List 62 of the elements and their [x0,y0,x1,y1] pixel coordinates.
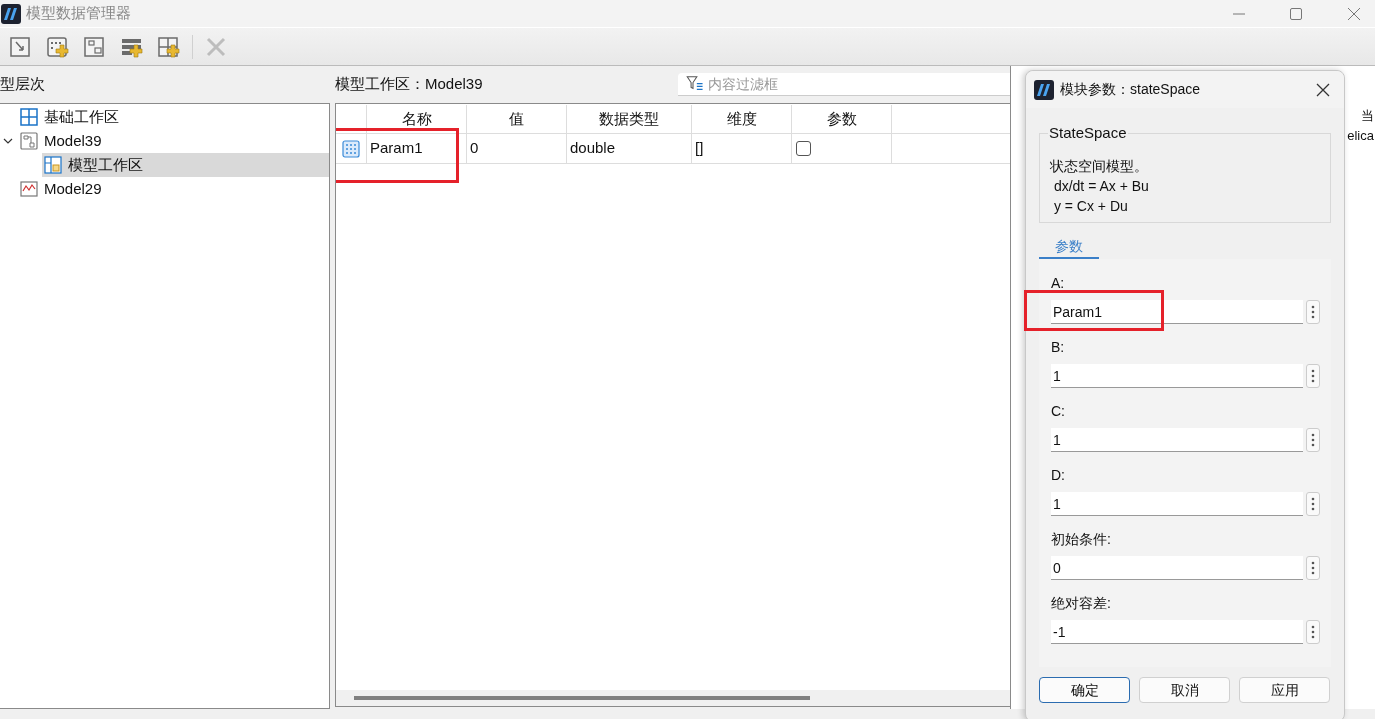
column-header[interactable]: 参数 [792,105,892,133]
vertical-dots-icon [1311,561,1315,575]
chevron-down-icon[interactable] [3,136,13,146]
table-cell: [] [692,134,792,163]
filter-icon [678,73,708,96]
more-button[interactable] [1306,428,1320,452]
dialog-button[interactable]: 确定 [1039,677,1130,703]
input-field[interactable]: 1 [1051,428,1303,452]
description-text: y = Cx + Du [1052,197,1129,216]
scrollbar[interactable] [336,690,1010,706]
diagram-icon [20,132,38,150]
more-button[interactable] [1306,300,1320,324]
grid-icon [20,108,38,126]
input-field[interactable]: Param1 [1051,300,1303,324]
field-label: B: [1051,338,1065,357]
table-cell: 0 [467,134,567,163]
workspace-icon [44,156,62,174]
app-logo-icon [1034,79,1054,100]
input-field[interactable]: 0 [1051,556,1303,580]
more-button[interactable] [1306,492,1320,516]
field-label: D: [1051,466,1065,485]
column-header[interactable]: 名称 [367,105,467,133]
tree-item[interactable]: Model39 [0,129,329,153]
more-button[interactable] [1306,364,1320,388]
table-cell: double [567,134,692,163]
chart-icon [20,180,38,198]
table-cell: Param1 [367,134,467,163]
dialog-button[interactable]: 应用 [1239,677,1330,703]
tree-item[interactable]: 模型工作区 [42,153,329,177]
panel-text: elica [1347,127,1374,145]
input-field[interactable]: 1 [1051,492,1303,516]
description-text: dx/dt = Ax + Bu [1052,177,1150,196]
vertical-dots-icon [1311,497,1315,511]
description-text: 状态空间模型。 [1050,157,1149,176]
field-label: C: [1051,402,1065,421]
vertical-dots-icon [1311,433,1315,447]
checkbox[interactable] [796,141,811,156]
dialog-button[interactable]: 取消 [1139,677,1230,703]
column-header[interactable]: 值 [467,105,567,133]
more-button[interactable] [1306,620,1320,644]
column-header[interactable]: 数据类型 [567,105,692,133]
tree-item[interactable]: 基础工作区 [0,105,329,129]
input-field[interactable]: -1 [1051,620,1303,644]
vertical-dots-icon [1311,625,1315,639]
vertical-dots-icon [1311,305,1315,319]
more-button[interactable] [1306,556,1320,580]
field-label: A: [1051,274,1065,293]
workspace-title: 模型工作区：Model39 [335,74,483,95]
panel-title: 型层次 [0,74,45,95]
tree-item[interactable]: Model29 [0,177,329,201]
field-label: 初始条件: [1051,530,1111,549]
input-field[interactable]: 1 [1051,364,1303,388]
column-header[interactable]: 维度 [692,105,792,133]
filter-field[interactable]: 内容过滤框 [708,73,1010,96]
app-logo-icon [1,3,21,24]
maximize-icon[interactable] [1289,6,1303,21]
vertical-dots-icon [1311,369,1315,383]
panel-text: 当 [1361,107,1374,125]
dialog-title: 模块参数：stateSpace [1060,80,1201,99]
window-title: 模型数据管理器 [26,3,131,24]
field-label: 绝对容差: [1051,594,1111,613]
close-icon[interactable] [1316,82,1330,97]
